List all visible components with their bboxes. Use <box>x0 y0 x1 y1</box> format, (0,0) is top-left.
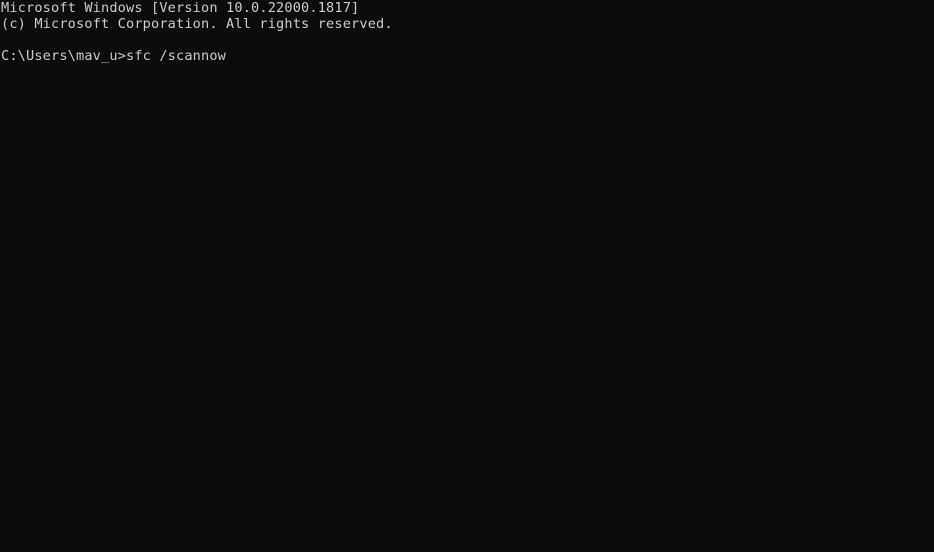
console-line-copyright: (c) Microsoft Corporation. All rights re… <box>1 16 393 32</box>
console-line-version-banner: Microsoft Windows [Version 10.0.22000.18… <box>1 0 360 16</box>
command-prompt-window[interactable]: Microsoft Windows [Version 10.0.22000.18… <box>0 0 934 552</box>
console-output-area[interactable]: Microsoft Windows [Version 10.0.22000.18… <box>0 0 934 552</box>
console-line-prompt-command: C:\Users\mav_u>sfc /scannow <box>1 48 227 64</box>
